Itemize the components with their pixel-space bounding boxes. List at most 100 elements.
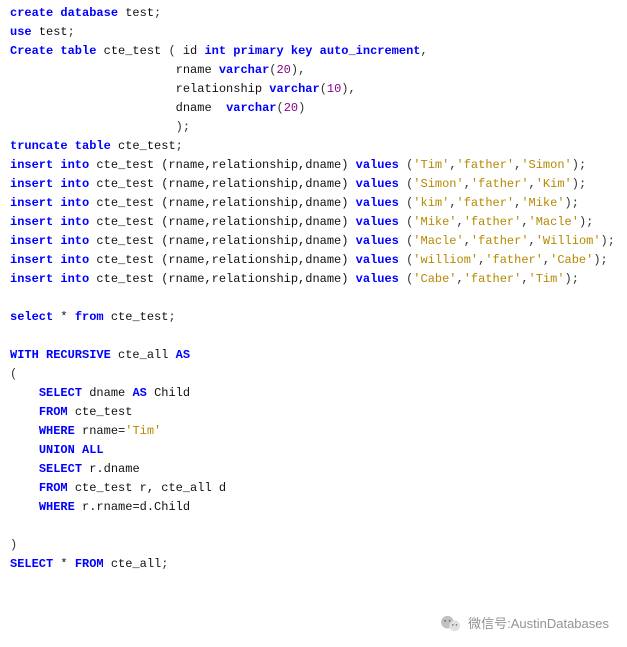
token-pn	[10, 101, 176, 115]
token-kw: insert into	[10, 177, 96, 191]
token-id: cte_test (rname,relationship,dname)	[96, 158, 355, 172]
token-id: test	[125, 6, 154, 20]
token-kw: AS	[176, 348, 190, 362]
token-id: cte_test (rname,relationship,dname)	[96, 177, 355, 191]
token-pn: );	[565, 272, 579, 286]
token-pn	[10, 500, 39, 514]
token-kw: values	[356, 253, 406, 267]
token-id: r.dname	[89, 462, 139, 476]
token-num: 20	[276, 63, 290, 77]
code-line: rname varchar(20),	[10, 61, 617, 80]
token-pn: )	[298, 101, 305, 115]
token-str: 'father'	[464, 215, 522, 229]
token-pn: );	[10, 120, 190, 134]
token-id: *	[53, 310, 75, 324]
token-ty: varchar	[269, 82, 319, 96]
code-line: insert into cte_test (rname,relationship…	[10, 251, 617, 270]
token-pn: (	[168, 44, 182, 58]
token-num: 20	[284, 101, 298, 115]
code-line: FROM cte_test	[10, 403, 617, 422]
token-id: relationship	[176, 82, 270, 96]
token-kw: values	[356, 158, 406, 172]
token-pn: ,	[449, 158, 456, 172]
token-pn: (	[10, 367, 17, 381]
token-str: 'Mike'	[521, 196, 564, 210]
token-str: 'father'	[485, 253, 543, 267]
token-id: cte_test	[118, 139, 176, 153]
token-kw: FROM	[39, 405, 75, 419]
token-pn: (	[276, 101, 283, 115]
token-kw: select	[10, 310, 53, 324]
token-pn: ,	[457, 215, 464, 229]
token-kw: insert into	[10, 215, 96, 229]
code-line: WHERE rname='Tim'	[10, 422, 617, 441]
token-id: id	[183, 44, 205, 58]
code-line: UNION ALL	[10, 441, 617, 460]
code-line: insert into cte_test (rname,relationship…	[10, 175, 617, 194]
token-str: 'Tim'	[413, 158, 449, 172]
token-pn	[10, 443, 39, 457]
token-kw: insert into	[10, 234, 96, 248]
code-line	[10, 327, 617, 346]
token-id: cte_test	[75, 405, 133, 419]
code-line: create database test;	[10, 4, 617, 23]
code-line: WITH RECURSIVE cte_all AS	[10, 346, 617, 365]
token-pn: ),	[291, 63, 305, 77]
token-pn	[10, 82, 176, 96]
code-line: FROM cte_test r, cte_all d	[10, 479, 617, 498]
token-kw: FROM	[75, 557, 111, 571]
token-id: rname=	[82, 424, 125, 438]
token-str: 'Simon'	[521, 158, 571, 172]
token-str: 'Tim'	[529, 272, 565, 286]
token-pn: ),	[341, 82, 355, 96]
token-id: test	[39, 25, 68, 39]
token-kw: UNION ALL	[39, 443, 104, 457]
token-pn: );	[579, 215, 593, 229]
token-kw: insert into	[10, 196, 96, 210]
token-pn: );	[572, 158, 586, 172]
watermark: 微信号:AustinDatabases	[440, 614, 609, 633]
token-str: 'Macle'	[413, 234, 463, 248]
code-line: )	[10, 536, 617, 555]
token-str: 'Cabe'	[550, 253, 593, 267]
code-line: SELECT r.dname	[10, 460, 617, 479]
token-id: rname	[176, 63, 219, 77]
token-id: cte_test r, cte_all d	[75, 481, 226, 495]
token-id: cte_test	[111, 310, 169, 324]
token-kw: WHERE	[39, 500, 82, 514]
token-kw: use	[10, 25, 39, 39]
token-pn: );	[572, 177, 586, 191]
token-id: *	[53, 557, 75, 571]
token-id: cte_test (rname,relationship,dname)	[96, 215, 355, 229]
token-pn: ;	[176, 139, 183, 153]
token-id: cte_all	[118, 348, 176, 362]
token-pn: );	[593, 253, 607, 267]
code-line: insert into cte_test (rname,relationship…	[10, 156, 617, 175]
token-kw: values	[356, 196, 406, 210]
token-pn	[10, 462, 39, 476]
token-str: 'Kim'	[536, 177, 572, 191]
token-pn: ;	[68, 25, 75, 39]
token-pn: );	[565, 196, 579, 210]
token-str: 'father'	[471, 234, 529, 248]
token-pn: ;	[154, 6, 161, 20]
token-kw: FROM	[39, 481, 75, 495]
token-kw: create database	[10, 6, 125, 20]
token-pn: ,	[421, 44, 428, 58]
token-pn: ,	[529, 234, 536, 248]
code-line: use test;	[10, 23, 617, 42]
token-kw: values	[356, 177, 406, 191]
watermark-text: 微信号:AustinDatabases	[468, 614, 609, 633]
token-pn: ,	[529, 177, 536, 191]
token-kw: WITH RECURSIVE	[10, 348, 118, 362]
token-pn: ,	[464, 234, 471, 248]
code-line: (	[10, 365, 617, 384]
token-id: cte_test	[104, 44, 169, 58]
code-line: insert into cte_test (rname,relationship…	[10, 194, 617, 213]
wechat-icon	[440, 615, 462, 633]
code-line: SELECT * FROM cte_all;	[10, 555, 617, 574]
token-str: 'Cabe'	[413, 272, 456, 286]
token-pn	[10, 481, 39, 495]
token-pn: )	[10, 538, 17, 552]
token-id: Child	[154, 386, 190, 400]
